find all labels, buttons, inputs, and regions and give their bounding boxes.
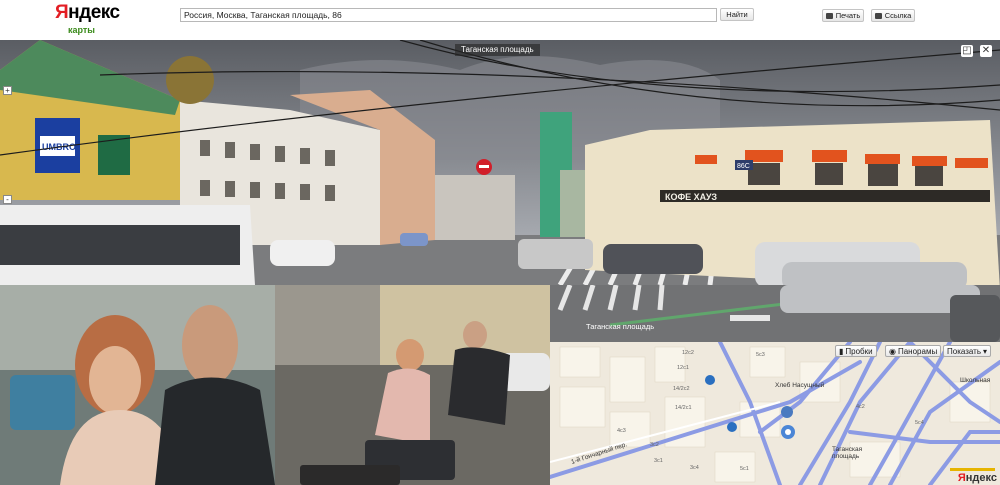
street-panorama[interactable]: UMBRO КОФЕ ХАУЗ 86С Таганская площадь + … — [0, 40, 1000, 285]
printer-icon — [825, 12, 833, 19]
map-house-number: 4с2 — [856, 404, 865, 410]
map-house-number: 14/2с1 — [675, 405, 692, 411]
chevron-down-icon: ▾ — [983, 346, 988, 356]
zoom-in-button[interactable]: + — [3, 86, 12, 95]
find-button[interactable]: Найти — [720, 8, 754, 21]
panoramas-button[interactable]: ◉ Панорамы — [885, 345, 942, 357]
zoom-out-button[interactable]: - — [3, 195, 12, 204]
search-input[interactable] — [180, 8, 717, 22]
map-house-number: 3с1 — [654, 458, 663, 464]
map-house-number: 3с2 — [650, 442, 659, 448]
building-number-plate: 86С — [737, 163, 750, 170]
map-house-number: 4с3 — [617, 428, 626, 434]
expand-icon[interactable]: ◰ — [961, 45, 973, 57]
show-dropdown[interactable]: Показать ▾ — [943, 345, 992, 357]
map-label-school: Школьная — [960, 377, 991, 384]
map-label-bakery: Хлеб Насущный — [775, 382, 825, 389]
panorama-image: UMBRO КОФЕ ХАУЗ 86С — [0, 40, 1000, 285]
street-panorama-strip[interactable]: Таганская площадь — [550, 285, 1000, 342]
map-label-square: Таганская площадь — [832, 446, 863, 460]
cafe-sign: КОФЕ ХАУЗ — [665, 192, 717, 202]
link-button[interactable]: Ссылка — [871, 9, 915, 22]
panorama-place-label: Таганская площадь — [455, 44, 540, 56]
map-house-number: 12с2 — [682, 350, 694, 356]
map-canvas — [550, 342, 1000, 485]
map-house-number: 14/2с2 — [673, 386, 690, 392]
map-house-number: 5с3 — [756, 352, 765, 358]
traffic-button[interactable]: ▮ Пробки — [835, 345, 877, 357]
link-icon — [874, 12, 882, 19]
print-button[interactable]: Печать — [822, 9, 864, 22]
close-icon[interactable]: ✕ — [980, 45, 992, 57]
map-house-number: 5с1 — [740, 466, 749, 472]
street-strip-label: Таганская площадь — [586, 322, 655, 331]
film-still-photos — [0, 285, 550, 485]
yandex-map-logo: Яндекс — [957, 472, 997, 484]
map-house-number: 12с1 — [677, 365, 689, 371]
yandex-logo[interactable]: Яндекс — [55, 2, 120, 24]
comparison-area: Таганская площадь ▮ Пробки ◉ Панорамы По… — [0, 285, 1000, 485]
header: Яндекс карты Найти Печать Ссылка — [0, 0, 1000, 40]
map-house-number: 5с4 — [915, 420, 924, 426]
street-strip-image — [550, 285, 1000, 342]
map-house-number: 3с4 — [690, 465, 699, 471]
map-view[interactable]: ▮ Пробки ◉ Панорамы Показать ▾ Хлеб Насущны… — [550, 342, 1000, 485]
traffic-icon: ▮ — [839, 346, 844, 356]
panorama-icon: ◉ — [889, 346, 896, 356]
maps-service-link[interactable]: карты — [68, 25, 95, 35]
